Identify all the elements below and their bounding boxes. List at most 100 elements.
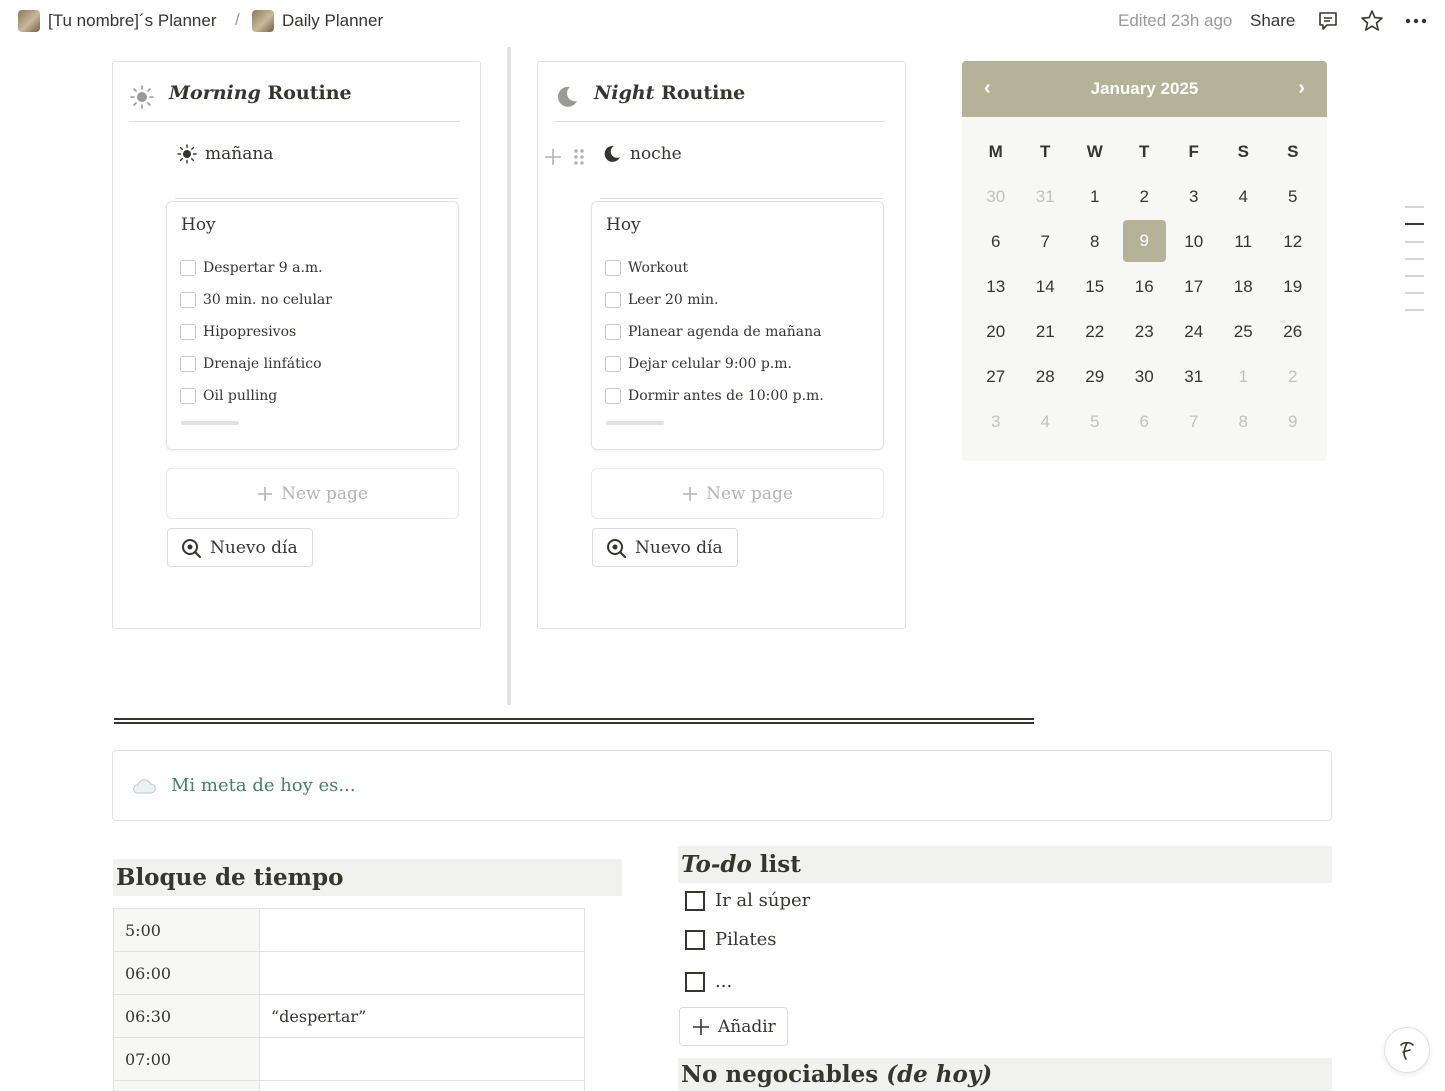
checkbox[interactable] [180,356,196,372]
toc-marker[interactable] [1405,241,1424,243]
time-cell[interactable]: 06:00 [113,952,260,994]
goal-callout[interactable]: Mi meta de hoy es... [112,750,1332,821]
calendar-day[interactable]: 24 [1169,309,1219,354]
calendar-day[interactable]: 14 [1021,264,1071,309]
calendar-day[interactable]: 26 [1268,309,1318,354]
night-view-tab[interactable]: noche [602,144,682,164]
toc-marker-active[interactable] [1405,223,1424,225]
calendar-day[interactable]: 23 [1120,309,1170,354]
calendar-day[interactable]: 31 [1169,354,1219,399]
calendar-day[interactable]: 5 [1070,399,1120,444]
calendar-day[interactable]: 30 [971,174,1021,219]
calendar-day[interactable]: 1 [1070,174,1120,219]
calendar-day[interactable]: 3 [971,399,1021,444]
calendar-day[interactable]: 30 [1120,354,1170,399]
time-cell[interactable]: 06:30 [113,995,260,1037]
list-item[interactable]: Planear agenda de mañana [605,316,824,348]
todo-item[interactable]: Pilates [685,929,776,950]
star-icon[interactable] [1359,8,1385,34]
calendar-day[interactable]: 2 [1120,174,1170,219]
time-cell[interactable]: 5:00 [113,909,260,951]
todo-item[interactable]: Ir al súper [685,890,810,911]
comment-icon[interactable] [1315,8,1341,34]
list-item[interactable]: Dejar celular 9:00 p.m. [605,348,824,380]
checkbox[interactable] [180,324,196,340]
checkbox[interactable] [180,260,196,276]
time-cell[interactable] [113,1081,260,1091]
calendar-day[interactable]: 18 [1219,264,1269,309]
morning-view-tab[interactable]: mañana [177,144,273,164]
calendar-day-selected[interactable]: 9 [1122,220,1166,262]
calendar-day[interactable]: 15 [1070,264,1120,309]
calendar-day[interactable]: 11 [1219,219,1269,264]
list-item[interactable]: Oil pulling [180,380,332,412]
task-cell[interactable] [260,952,585,994]
list-item[interactable]: Despertar 9 a.m. [180,252,332,284]
calendar-day[interactable]: 25 [1219,309,1269,354]
share-button[interactable]: Share [1250,11,1295,31]
calendar-day[interactable]: 29 [1070,354,1120,399]
list-item[interactable]: Leer 20 min. [605,284,824,316]
add-todo-button[interactable]: Añadir [679,1007,788,1046]
checkbox[interactable] [685,971,705,992]
calendar-day[interactable]: 7 [1021,219,1071,264]
add-block-icon[interactable] [544,148,562,166]
breadcrumb-workspace[interactable]: [Tu nombre]´s Planner [18,10,217,32]
list-item[interactable]: Dormir antes de 10:00 p.m. [605,380,824,412]
list-item[interactable]: Drenaje linfático [180,348,332,380]
help-button[interactable] [1384,1027,1430,1073]
drag-handle-icon[interactable] [572,147,586,167]
calendar-day[interactable]: 9 [1268,399,1318,444]
prev-month-icon[interactable]: ‹ [984,77,991,100]
nuevo-dia-button[interactable]: Nuevo día [592,528,738,567]
calendar-day[interactable]: 3 [1169,174,1219,219]
checkbox[interactable] [605,324,621,340]
calendar-day[interactable]: 12 [1268,219,1318,264]
table-row[interactable]: 06:30 “despertar” [113,995,585,1038]
list-item[interactable]: Hipopresivos [180,316,332,348]
checkbox[interactable] [605,356,621,372]
toc-marker[interactable] [1405,292,1424,294]
task-cell[interactable] [260,1038,585,1080]
table-row[interactable]: 5:00 [113,909,585,952]
checkbox[interactable] [605,388,621,404]
next-month-icon[interactable]: › [1298,77,1305,100]
calendar-day[interactable]: 4 [1021,399,1071,444]
new-page-button[interactable]: New page [166,468,459,519]
checkbox[interactable] [605,260,621,276]
toc-marker[interactable] [1405,309,1424,311]
checkbox[interactable] [685,890,705,911]
morning-hoy-card[interactable]: Hoy Despertar 9 a.m. 30 min. no celular … [166,201,459,450]
time-cell[interactable]: 07:00 [113,1038,260,1080]
list-item[interactable]: 30 min. no celular [180,284,332,316]
calendar-day[interactable]: 31 [1021,174,1071,219]
checkbox[interactable] [180,292,196,308]
calendar-day[interactable]: 28 [1021,354,1071,399]
checkbox[interactable] [685,929,705,950]
todo-item[interactable]: ... [685,971,732,992]
task-cell[interactable]: “despertar” [260,995,585,1037]
calendar-day[interactable]: 20 [971,309,1021,354]
more-icon[interactable] [1403,8,1429,34]
calendar-day[interactable]: 5 [1268,174,1318,219]
calendar-day[interactable]: 10 [1169,219,1219,264]
breadcrumb-page[interactable]: Daily Planner [252,10,383,32]
checkbox[interactable] [605,292,621,308]
calendar-day[interactable]: 8 [1070,219,1120,264]
toc-marker[interactable] [1405,206,1424,208]
calendar-day[interactable]: 6 [971,219,1021,264]
calendar-day[interactable]: 8 [1219,399,1269,444]
checkbox[interactable] [180,388,196,404]
list-item[interactable]: Workout [605,252,824,284]
calendar-day[interactable]: 1 [1219,354,1269,399]
toc-marker[interactable] [1405,258,1424,260]
calendar-day[interactable]: 19 [1268,264,1318,309]
calendar-day[interactable]: 16 [1120,264,1170,309]
task-cell[interactable] [260,909,585,951]
night-hoy-card[interactable]: Hoy Workout Leer 20 min. Planear agenda … [591,201,884,450]
nuevo-dia-button[interactable]: Nuevo día [167,528,313,567]
calendar-day[interactable]: 21 [1021,309,1071,354]
table-row[interactable]: 06:00 [113,952,585,995]
calendar-day[interactable]: 2 [1268,354,1318,399]
task-cell[interactable] [260,1081,585,1091]
